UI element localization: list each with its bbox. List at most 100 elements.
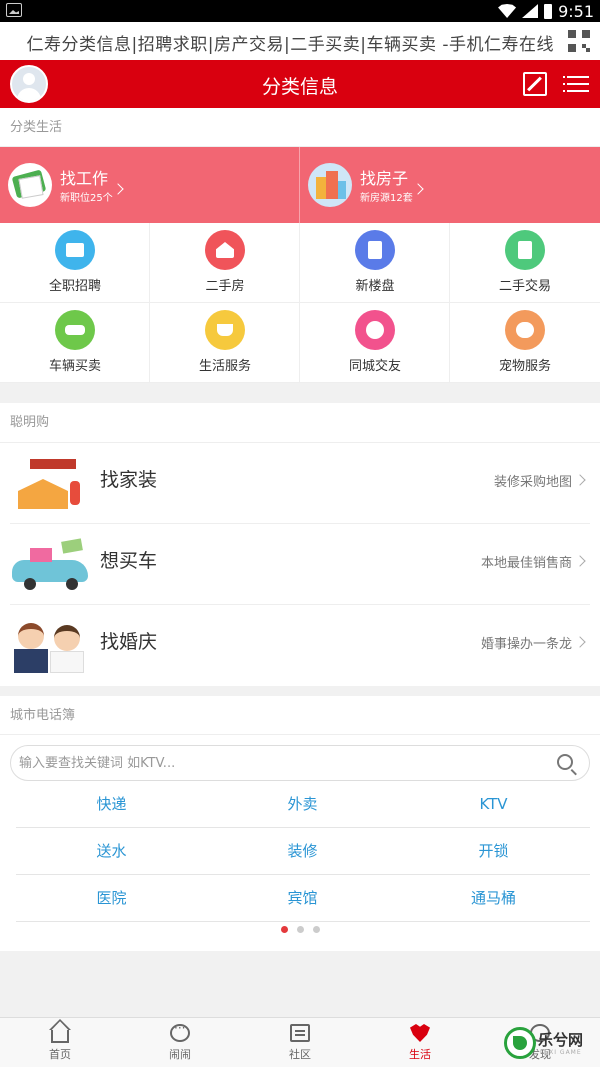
status-icons: 9:51: [498, 0, 594, 22]
house-icon: [308, 163, 352, 207]
pager-dot[interactable]: [296, 926, 304, 933]
list-item-title: 想买车: [100, 550, 158, 572]
building-icon: [355, 230, 395, 270]
grid-label: 二手房: [205, 279, 245, 294]
list-item-subtitle: 婚事操办一条龙: [480, 637, 572, 652]
banner-find-job[interactable]: 找工作 新职位25个: [0, 147, 300, 223]
life-icon: [410, 1024, 430, 1042]
banner-title: 找工作: [60, 169, 109, 188]
receipt-icon: [505, 230, 545, 270]
phone-link-express[interactable]: 快递: [16, 781, 207, 827]
pager-dot[interactable]: [280, 926, 288, 933]
grid-item-new-buildings[interactable]: 新楼盘: [300, 223, 450, 303]
banner-find-house[interactable]: 找房子 新房源12套: [300, 147, 600, 223]
chat-icon: [170, 1021, 190, 1042]
home-decor-image: [10, 457, 92, 511]
wifi-icon: [498, 4, 517, 18]
status-time: 9:51: [558, 1, 594, 21]
nav-chat[interactable]: 闹闹: [120, 1018, 240, 1067]
edit-icon[interactable]: [523, 72, 547, 96]
header-title: 分类信息: [261, 76, 338, 98]
grid-item-pet-services[interactable]: 宠物服务: [450, 303, 600, 383]
signal-icon: [522, 4, 539, 18]
section-label-smart-buy: 聪明购: [0, 403, 600, 443]
page-title: 仁寿分类信息|招聘求职|房产交易|二手买卖|车辆买卖 -手机仁寿在线: [26, 35, 554, 55]
nav-life[interactable]: 生活: [360, 1018, 480, 1067]
banner: 找工作 新职位25个 找房子 新房源12套: [0, 147, 600, 223]
app-header: 分类信息: [0, 60, 600, 108]
phone-row: 送水 装修 开锁: [16, 828, 590, 875]
chevron-right-icon: [574, 555, 586, 567]
list-item-home-decor[interactable]: 找家装 装修采购地图: [10, 443, 590, 524]
search-icon[interactable]: [557, 754, 573, 770]
phone-row: 医院 宾馆 通马桶: [16, 875, 590, 922]
grid-item-second-hand-house[interactable]: 二手房: [150, 223, 300, 303]
chevron-right-icon: [412, 183, 424, 195]
grid-item-dating[interactable]: 同城交友: [300, 303, 450, 383]
nav-label: 首页: [49, 1048, 71, 1061]
section-label-phonebook: 城市电话簿: [0, 696, 600, 735]
chevron-right-icon: [574, 636, 586, 648]
phone-link-ktv[interactable]: KTV: [398, 781, 589, 827]
qr-code-icon[interactable]: [568, 30, 590, 52]
grid-item-life-services[interactable]: 生活服务: [150, 303, 300, 383]
phone-row: 快递 外卖 KTV: [16, 781, 590, 828]
category-grid: 全职招聘 二手房 新楼盘 二手交易 车辆买卖 生活服务 同城交友 宠物服务: [0, 223, 600, 383]
phone-link-water[interactable]: 送水: [16, 828, 207, 874]
banner-subtitle: 新房源12套: [360, 193, 413, 204]
phone-link-hotel[interactable]: 宾馆: [207, 875, 398, 921]
nav-label: 闹闹: [169, 1048, 191, 1061]
list-item-subtitle: 本地最佳销售商: [480, 556, 572, 571]
phone-link-takeout[interactable]: 外卖: [207, 781, 398, 827]
list-item-buy-car[interactable]: 想买车 本地最佳销售商: [10, 524, 590, 605]
car-image: [10, 538, 92, 592]
list-item-title: 找婚庆: [100, 631, 158, 653]
status-bar: 9:51: [0, 0, 600, 22]
search-box: [10, 745, 590, 781]
watermark-subtext: LEXI GAME: [540, 1049, 582, 1056]
grid-label: 同城交友: [348, 359, 401, 374]
banner-subtitle: 新职位25个: [60, 193, 113, 204]
grid-item-second-hand-trade[interactable]: 二手交易: [450, 223, 600, 303]
grid-item-fulltime-jobs[interactable]: 全职招聘: [0, 223, 150, 303]
list-item-subtitle: 装修采购地图: [493, 475, 572, 490]
grid-label: 二手交易: [498, 279, 551, 294]
heart-icon: [355, 310, 395, 350]
phone-link-renovation[interactable]: 装修: [207, 828, 398, 874]
watermark-text: 乐兮网: [538, 1031, 584, 1049]
pager-dots: [0, 926, 600, 933]
list-item-title: 找家装: [100, 469, 158, 491]
search-input[interactable]: [19, 746, 539, 780]
phonebook: 快递 外卖 KTV 送水 装修 开锁 医院 宾馆 通马桶: [0, 735, 600, 951]
nav-home[interactable]: 首页: [0, 1018, 120, 1067]
battery-icon: [544, 3, 553, 19]
list-item-wedding[interactable]: 找婚庆 婚事操办一条龙: [10, 605, 590, 686]
nav-community[interactable]: 社区: [240, 1018, 360, 1067]
house-search-icon: [205, 230, 245, 270]
grid-label: 生活服务: [198, 359, 251, 374]
watermark: 乐兮网 LEXI GAME: [504, 1023, 600, 1063]
page-title-bar: 仁寿分类信息|招聘求职|房产交易|二手买卖|车辆买卖 -手机仁寿在线: [0, 22, 600, 60]
coffee-icon: [205, 310, 245, 350]
menu-icon[interactable]: [563, 74, 589, 94]
phone-link-hospital[interactable]: 医院: [16, 875, 207, 921]
grid-item-vehicles[interactable]: 车辆买卖: [0, 303, 150, 383]
banner-title: 找房子: [360, 169, 409, 188]
nav-label: 社区: [289, 1048, 311, 1061]
grid-label: 车辆买卖: [48, 359, 101, 374]
pager-dot[interactable]: [312, 926, 320, 933]
grid-label: 全职招聘: [48, 279, 101, 294]
phone-link-locksmith[interactable]: 开锁: [398, 828, 589, 874]
grid-label: 宠物服务: [498, 359, 551, 374]
phone-link-plumber[interactable]: 通马桶: [398, 875, 589, 921]
smart-buy-list: 找家装 装修采购地图 想买车 本地最佳销售商 找婚庆 婚事操办一条龙: [0, 443, 600, 686]
wedding-image: [10, 619, 92, 673]
chevron-right-icon: [574, 474, 586, 486]
car-icon: [55, 310, 95, 350]
grid-label: 新楼盘: [355, 279, 395, 294]
home-icon: [51, 1030, 69, 1043]
section-label-life: 分类生活: [0, 108, 600, 147]
briefcase-icon: [55, 230, 95, 270]
job-icon: [8, 163, 52, 207]
chevron-right-icon: [112, 183, 124, 195]
